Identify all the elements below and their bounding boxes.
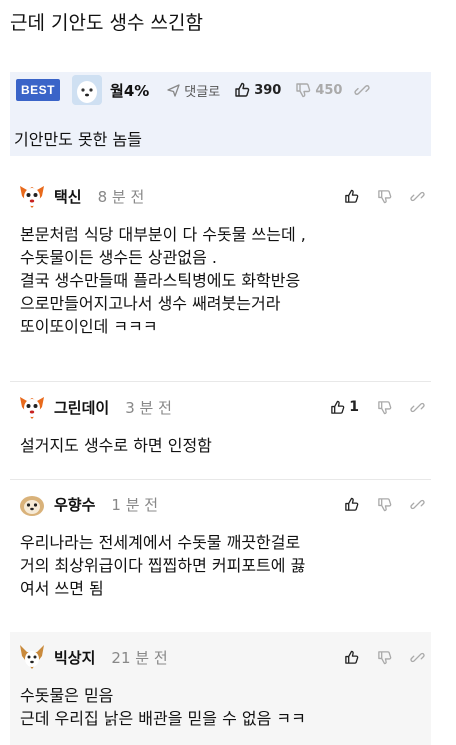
share-button[interactable] [410,650,425,665]
thumbs-up-icon [235,82,250,97]
reply-arrow-icon [167,83,180,97]
comment-line: 또이또이인데 ㅋㅋㅋ [20,317,158,336]
thumbs-down-icon [378,650,392,664]
downvote-button[interactable]: 450 [295,82,342,98]
comment-item: 우향수 1 분 전 우리나라는 전세계에서 수돗물 깨끗한걸로 거의 최상위급이… [10,487,431,600]
comment-line: 거의 최상위급이다 찝찝하면 커피포트에 끓 [20,556,306,575]
share-button[interactable] [410,189,425,204]
comment-line: 본문처럼 식당 대부분이 다 수돗물 쓰는데 , [20,225,306,244]
divider [10,479,431,480]
best-comment-text: 기안만도 못한 놈들 [14,130,142,149]
reply-label: 댓글로 [184,84,221,100]
comment-text: 설거지도 생수로 하면 인정함 [10,434,431,457]
comment-text: 수돗물은 믿음 근데 우리집 낡은 배관을 믿을 수 없음 ㅋㅋ [10,684,431,730]
downvote-button[interactable] [377,650,392,665]
share-button[interactable] [354,82,371,98]
upvote-button[interactable]: 390 [234,82,281,98]
comment-line: 근데 우리집 낡은 배관을 믿을 수 없음 ㅋㅋ [20,709,306,728]
downvote-button[interactable] [377,400,392,415]
upvote-button[interactable] [344,189,359,204]
comment-line: 여서 쓰면 됨 [20,579,104,598]
best-badge: BEST [16,79,61,101]
thumbs-up-icon [345,650,359,664]
thumbs-down-icon [378,400,392,414]
post-title: 근데 기안도 생수 쓰긴함 [10,12,203,34]
comment-header: 우향수 1 분 전 [10,487,431,521]
comment-time: 8 분 전 [97,187,145,206]
thumbs-up-icon [345,497,359,511]
avatar[interactable] [18,643,46,671]
comment-nickname[interactable]: 택신 [54,186,82,207]
share-icon [354,85,371,95]
upvote-count: 1 [349,399,359,415]
comment-header: 그린데이 3 분 전 1 [10,390,431,424]
share-button[interactable] [410,497,425,512]
comment-item: 택신 8 분 전 본문처럼 식당 대부분이 다 수돗물 쓰는데 , 수돗물이든 … [10,179,431,338]
comment-nickname[interactable]: 빅상지 [54,647,95,668]
avatar[interactable] [18,182,46,210]
comment-time: 21 분 전 [111,648,168,667]
comment-item: 빅상지 21 분 전 수돗물은 믿음 근데 우리집 낡은 배관을 믿을 수 없음… [10,640,431,730]
downvote-button[interactable] [377,189,392,204]
downvote-count: 450 [315,82,343,98]
share-icon [410,402,425,412]
avatar[interactable] [18,393,46,421]
comment-line: 수돗물은 믿음 [20,686,114,705]
share-button[interactable] [410,400,425,415]
thumbs-down-icon [378,189,392,203]
comment-time: 3 분 전 [125,398,172,417]
avatar[interactable] [18,490,46,518]
comment-nickname[interactable]: 그린데이 [54,397,109,418]
reply-button[interactable]: 댓글로 [167,81,220,100]
comment-line: 설거지도 생수로 하면 인정함 [20,436,212,455]
thumbs-up-icon [331,400,345,414]
divider [10,381,431,382]
upvote-button[interactable] [344,497,359,512]
comment-text: 본문처럼 식당 대부분이 다 수돗물 쓰는데 , 수돗물이든 생수든 상관없음 … [10,223,431,338]
comment-nickname[interactable]: 우향수 [54,494,95,515]
upvote-button[interactable]: 1 [330,399,359,415]
share-icon [410,191,425,201]
best-nickname[interactable]: 월4% [110,80,149,101]
best-comment-header: BEST 월4% 댓글로 390 450 [10,72,431,108]
comment-header: 택신 8 분 전 [10,179,431,213]
share-icon [410,499,425,509]
upvote-count: 390 [254,82,282,98]
comment-line: 수돗물이든 생수든 상관없음 . [20,248,217,267]
comment-text: 우리나라는 전세계에서 수돗물 깨끗한걸로 거의 최상위급이다 찝찝하면 커피포… [10,531,431,600]
comment-line: 우리나라는 전세계에서 수돗물 깨끗한걸로 [20,533,301,552]
comment-item: 그린데이 3 분 전 1 설거지도 생수로 하면 인정함 [10,390,431,457]
upvote-button[interactable] [344,650,359,665]
best-comment: BEST 월4% 댓글로 390 450 기안만도 못한 놈들 [10,72,431,156]
thumbs-up-icon [345,189,359,203]
share-icon [410,652,425,662]
comment-header: 빅상지 21 분 전 [10,640,431,674]
downvote-button[interactable] [377,497,392,512]
avatar[interactable] [72,75,103,105]
thumbs-down-icon [296,83,311,98]
comment-line: 으로만들어지고나서 생수 쌔려붓는거라 [20,294,281,313]
thumbs-down-icon [378,497,392,511]
comment-time: 1 분 전 [111,495,159,514]
comment-line: 결국 생수만들때 플라스틱병에도 화학반응 [20,271,301,290]
